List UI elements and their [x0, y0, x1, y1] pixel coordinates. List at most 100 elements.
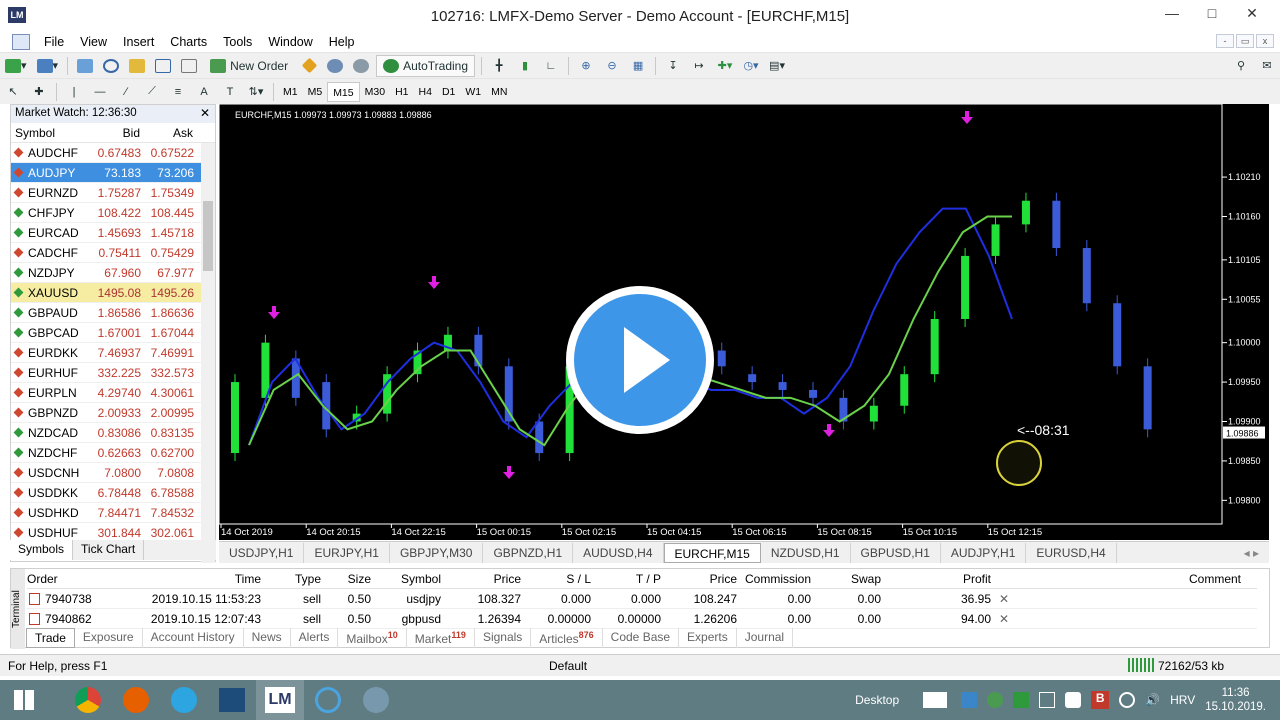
metatrader-icon[interactable]: [208, 680, 256, 720]
search-icon[interactable]: ⚲: [1230, 55, 1252, 77]
timeframe-w1[interactable]: W1: [460, 82, 486, 102]
scrollbar-thumb[interactable]: [203, 201, 213, 271]
zoom-in-icon[interactable]: ⊕: [575, 55, 597, 77]
line-chart-icon[interactable]: ∟: [540, 55, 562, 77]
column-ask[interactable]: Ask: [144, 126, 197, 140]
price-chart[interactable]: EURCHF,M15 1.09973 1.09973 1.09883 1.098…: [218, 103, 1269, 540]
terminal-tab[interactable]: Exposure: [75, 628, 143, 648]
column-tp-header[interactable]: T / P: [597, 572, 667, 586]
close-button[interactable]: ✕: [1232, 2, 1272, 24]
column-symbol-header[interactable]: Symbol: [377, 572, 447, 586]
terminal-tab[interactable]: Market119: [407, 628, 475, 648]
vertical-line-icon[interactable]: |: [63, 81, 85, 103]
monitor-icon[interactable]: [1039, 692, 1056, 708]
terminal-tab[interactable]: Trade: [26, 628, 75, 648]
navigator-icon[interactable]: [100, 55, 122, 77]
volume-icon[interactable]: 🔊: [1145, 693, 1160, 707]
chart-tab[interactable]: GBPNZD,H1: [483, 542, 574, 563]
menu-view[interactable]: View: [72, 35, 115, 49]
close-order-icon[interactable]: ✕: [999, 612, 1009, 626]
market-watch-row[interactable]: EURHUF 332.225 332.573: [11, 363, 215, 383]
timeframe-h4[interactable]: H4: [414, 82, 437, 102]
menu-charts[interactable]: Charts: [162, 35, 215, 49]
column-bid[interactable]: Bid: [91, 126, 144, 140]
input-language[interactable]: HRV: [1170, 693, 1195, 707]
terminal-tab[interactable]: Experts: [679, 628, 737, 648]
column-type-header[interactable]: Type: [267, 572, 327, 586]
market-watch-row[interactable]: AUDCHF 0.67483 0.67522: [11, 143, 215, 163]
terminal-icon[interactable]: [152, 55, 174, 77]
column-symbol[interactable]: Symbol: [11, 126, 91, 140]
metaeditor-icon[interactable]: [298, 55, 320, 77]
tile-windows-icon[interactable]: ▦: [627, 55, 649, 77]
column-order-header[interactable]: Order: [27, 572, 137, 586]
telegram-icon[interactable]: [160, 680, 208, 720]
chart-tab[interactable]: GBPJPY,M30: [390, 542, 484, 563]
terminal-tab[interactable]: Mailbox10: [338, 628, 407, 648]
column-price-header[interactable]: Price: [667, 572, 743, 586]
terminal-tab[interactable]: News: [244, 628, 291, 648]
terminal-tab[interactable]: Articles876: [531, 628, 603, 648]
menu-help[interactable]: Help: [321, 35, 363, 49]
community-icon[interactable]: [324, 55, 346, 77]
market-watch-row[interactable]: AUDJPY 73.183 73.206: [11, 163, 215, 183]
market-watch-row[interactable]: NZDCAD 0.83086 0.83135: [11, 423, 215, 443]
terminal-tab[interactable]: Journal: [737, 628, 794, 648]
bitdefender-icon[interactable]: B: [1091, 691, 1110, 709]
new-order-button[interactable]: New Order: [204, 55, 294, 77]
crosshair-icon[interactable]: ✚: [28, 81, 50, 103]
market-watch-row[interactable]: EURDKK 7.46937 7.46991: [11, 343, 215, 363]
market-watch-row[interactable]: GBPCAD 1.67001 1.67044: [11, 323, 215, 343]
chart-window-icon[interactable]: [12, 34, 30, 50]
market-watch-scrollbar[interactable]: [201, 143, 215, 563]
chart-tab[interactable]: EURJPY,H1: [304, 542, 390, 563]
column-size-header[interactable]: Size: [327, 572, 377, 586]
data-window-icon[interactable]: [126, 55, 148, 77]
market-watch-row[interactable]: CADCHF 0.75411 0.75429: [11, 243, 215, 263]
bar-chart-icon[interactable]: ╋: [488, 55, 510, 77]
column-swap-header[interactable]: Swap: [817, 572, 887, 586]
templates-icon[interactable]: ▤▾: [766, 55, 788, 77]
profiles-icon[interactable]: ▾: [34, 55, 62, 77]
terminal-tab[interactable]: Alerts: [291, 628, 339, 648]
tray-icon[interactable]: [961, 692, 978, 708]
indicators-icon[interactable]: ✚▾: [714, 55, 736, 77]
wifi-icon[interactable]: [1119, 692, 1136, 708]
close-icon[interactable]: ✕: [200, 106, 210, 120]
market-watch-row[interactable]: GBPNZD 2.00933 2.00995: [11, 403, 215, 423]
app-icon[interactable]: [352, 680, 400, 720]
chart-shift-icon[interactable]: ↦: [688, 55, 710, 77]
column-sl-header[interactable]: S / L: [527, 572, 597, 586]
menu-window[interactable]: Window: [260, 35, 320, 49]
market-watch-row[interactable]: USDDKK 6.78448 6.78588: [11, 483, 215, 503]
keyboard-icon[interactable]: [923, 692, 948, 708]
horizontal-line-icon[interactable]: —: [89, 81, 111, 103]
chart-canvas[interactable]: EURCHF,M15 1.09973 1.09973 1.09883 1.098…: [218, 103, 1269, 540]
terminal-tab[interactable]: Code Base: [603, 628, 680, 648]
signals-icon[interactable]: [350, 55, 372, 77]
channel-icon[interactable]: ⟋: [141, 81, 163, 103]
chart-tab[interactable]: AUDJPY,H1: [941, 542, 1027, 563]
text-icon[interactable]: A: [193, 81, 215, 103]
table-row[interactable]: 7940862 2019.10.15 12:07:43 sell 0.50 gbpusd…: [27, 609, 1257, 629]
market-watch-icon[interactable]: [74, 55, 96, 77]
market-watch-row[interactable]: NZDJPY 67.960 67.977: [11, 263, 215, 283]
menu-file[interactable]: File: [36, 35, 72, 49]
chart-tab[interactable]: AUDUSD,H4: [573, 542, 664, 563]
mdi-close-icon[interactable]: x: [1256, 34, 1274, 48]
timeframe-m15[interactable]: M15: [327, 81, 360, 102]
market-watch-row[interactable]: GBPAUD 1.86586 1.86636: [11, 303, 215, 323]
timeframe-m1[interactable]: M1: [278, 82, 303, 102]
timeframe-h1[interactable]: H1: [390, 82, 413, 102]
candlestick-icon[interactable]: ▮: [514, 55, 536, 77]
market-watch-row[interactable]: USDHKD 7.84471 7.84532: [11, 503, 215, 523]
market-watch-row[interactable]: EURPLN 4.29740 4.30061: [11, 383, 215, 403]
chart-tab[interactable]: EURCHF,M15: [663, 542, 761, 563]
column-comment-header[interactable]: Comment: [997, 572, 1247, 586]
label-icon[interactable]: T: [219, 81, 241, 103]
column-time-header[interactable]: Time: [137, 572, 267, 586]
trendline-icon[interactable]: ∕: [115, 81, 137, 103]
chrome-icon[interactable]: [64, 680, 112, 720]
fibonacci-icon[interactable]: ≡: [167, 81, 189, 103]
timeframe-m5[interactable]: M5: [303, 82, 328, 102]
